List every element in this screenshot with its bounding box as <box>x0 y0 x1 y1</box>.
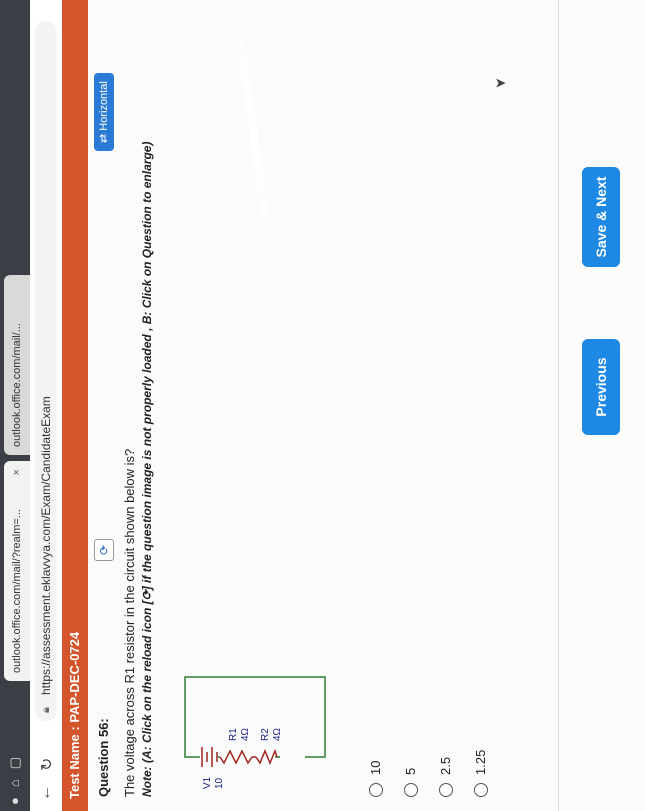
radio-button[interactable] <box>438 783 453 797</box>
save-next-button[interactable]: Save & Next <box>582 167 620 267</box>
option-label: 2.5 <box>438 756 453 775</box>
circuit-image[interactable]: V1 10 R1 4Ω R2 4Ω <box>180 667 335 797</box>
tab-title: outlook.office.com/mail/?realm=... <box>11 509 23 673</box>
option-3[interactable]: 2.5 <box>428 750 463 797</box>
app-icon: ● <box>7 797 22 805</box>
circuit-wires <box>184 676 326 758</box>
r1-label: R1 <box>228 728 239 741</box>
browser-tab[interactable]: outlook.office.com/mail/... <box>4 275 30 455</box>
horizontal-toggle-button[interactable]: ⇄ Horizontal <box>94 73 114 151</box>
back-arrow-icon[interactable]: ← <box>37 785 55 801</box>
browser-tab-bar: ● ⌂ ▢ outlook.office.com/mail/?realm=...… <box>0 0 30 811</box>
resistors <box>219 748 278 765</box>
question-title: Question 56: <box>96 718 111 797</box>
circuit-diagram: V1 10 R1 4Ω R2 4Ω <box>184 676 326 789</box>
previous-button[interactable]: Previous <box>582 339 620 435</box>
test-name: Test Name : PAP-DEC-0724 <box>67 631 82 799</box>
workspace-icon[interactable]: ⌂ <box>7 779 23 787</box>
address-bar: ← ↻ 🔒︎ https://assessment.eklavvya.com/E… <box>30 0 63 811</box>
site-info-icon[interactable]: 🔒︎ <box>35 707 57 713</box>
refresh-icon[interactable]: ↻ <box>37 758 57 771</box>
tab-title: outlook.office.com/mail/... <box>11 323 23 447</box>
tab-list-icon[interactable]: ▢ <box>7 757 23 769</box>
browser-tab-active[interactable]: outlook.office.com/mail/?realm=... × <box>4 461 30 681</box>
exam-screen: ● ⌂ ▢ outlook.office.com/mail/?realm=...… <box>0 0 646 811</box>
radio-button[interactable] <box>473 783 488 797</box>
r1-value: 4Ω <box>240 727 251 741</box>
option-label: 1.25 <box>473 749 488 775</box>
r2-value: 4Ω <box>272 727 283 741</box>
source-value: 10 <box>214 777 225 789</box>
browser-window-controls: ● ⌂ ▢ <box>7 757 23 805</box>
question-note: Note: (A: Click on the reload icon [⟳] i… <box>140 141 154 797</box>
option-4[interactable]: 1.25 <box>463 750 498 797</box>
divider <box>558 0 559 811</box>
battery-symbol <box>201 747 218 767</box>
tab-close-icon[interactable]: × <box>11 469 23 475</box>
answer-options: 10 5 2.5 1.25 <box>358 750 498 797</box>
source-label: V1 <box>202 776 213 789</box>
url-text: https://assessment.eklavvya.com/Exam/Can… <box>39 396 53 695</box>
test-name-bar: Test Name : PAP-DEC-0724 <box>62 0 88 811</box>
reload-icon[interactable]: ⟳ <box>94 539 114 561</box>
option-2[interactable]: 5 <box>393 750 428 797</box>
option-label: 5 <box>403 767 418 775</box>
mouse-pointer-icon: ➤ <box>494 74 507 91</box>
question-panel: Question 56: ⟳ ⇄ Horizontal The voltage … <box>88 0 646 811</box>
url-field[interactable]: 🔒︎ https://assessment.eklavvya.com/Exam/… <box>35 21 57 721</box>
radio-button[interactable] <box>368 783 383 797</box>
question-text[interactable]: The voltage across R1 resistor in the ci… <box>122 449 137 797</box>
r2-label: R2 <box>260 728 271 741</box>
option-label: 10 <box>368 760 383 775</box>
radio-button[interactable] <box>403 783 418 797</box>
option-1[interactable]: 10 <box>358 750 393 797</box>
